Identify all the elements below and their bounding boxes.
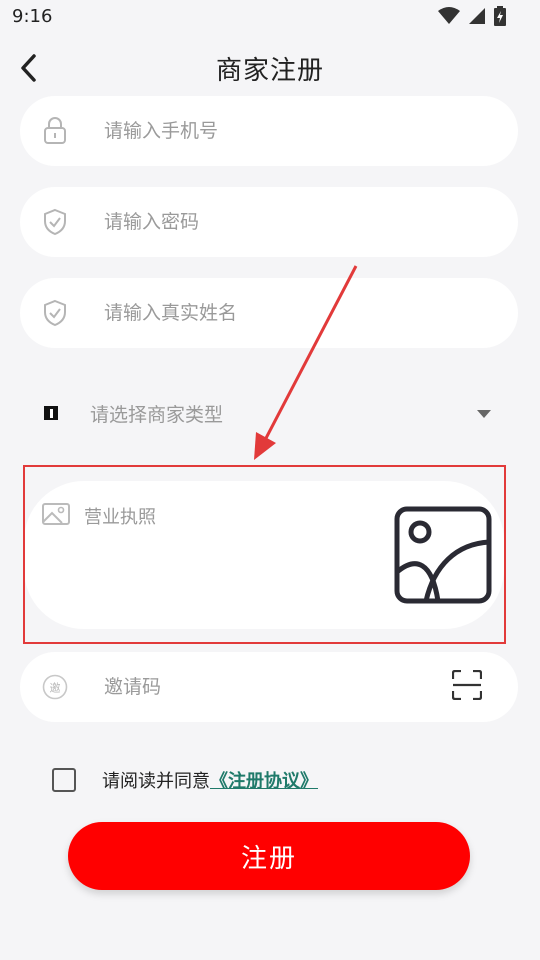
scan-icon bbox=[451, 669, 483, 701]
invite-code-field[interactable]: 邀 bbox=[20, 652, 518, 722]
wifi-icon bbox=[438, 7, 460, 24]
annotation-highlight-frame bbox=[23, 465, 506, 644]
invite-icon: 邀 bbox=[42, 674, 68, 700]
type-square-icon bbox=[44, 406, 58, 420]
agreement-link[interactable]: 《注册协议》 bbox=[210, 767, 318, 793]
real-name-field[interactable] bbox=[20, 278, 518, 348]
register-button[interactable]: 注册 bbox=[68, 822, 470, 890]
password-input[interactable] bbox=[102, 187, 488, 257]
shield-check-icon bbox=[42, 208, 68, 236]
agreement-row: 请阅读并同意 《注册协议》 bbox=[52, 765, 318, 795]
agreement-text: 请阅读并同意 bbox=[102, 771, 210, 792]
agreement-checkbox[interactable] bbox=[52, 768, 76, 792]
header: 商家注册 bbox=[0, 34, 540, 100]
shield-check-icon bbox=[42, 299, 68, 327]
signal-icon bbox=[469, 8, 485, 24]
status-bar: 9:16 bbox=[0, 0, 540, 34]
invite-glyph: 邀 bbox=[50, 681, 61, 695]
scan-button[interactable] bbox=[451, 669, 483, 704]
battery-icon bbox=[494, 6, 506, 26]
merchant-type-placeholder: 请选择商家类型 bbox=[90, 404, 224, 426]
page-title: 商家注册 bbox=[215, 56, 324, 86]
merchant-type-select[interactable]: 请选择商家类型 bbox=[20, 380, 518, 448]
phone-input[interactable] bbox=[102, 96, 488, 166]
dropdown-arrow-icon[interactable] bbox=[476, 409, 492, 419]
status-time: 9:16 bbox=[12, 6, 53, 27]
lock-icon bbox=[42, 117, 68, 144]
status-icons bbox=[438, 6, 506, 26]
real-name-input[interactable] bbox=[102, 278, 488, 348]
phone-field[interactable] bbox=[20, 96, 518, 166]
invite-code-input[interactable] bbox=[102, 652, 488, 722]
password-field[interactable] bbox=[20, 187, 518, 257]
